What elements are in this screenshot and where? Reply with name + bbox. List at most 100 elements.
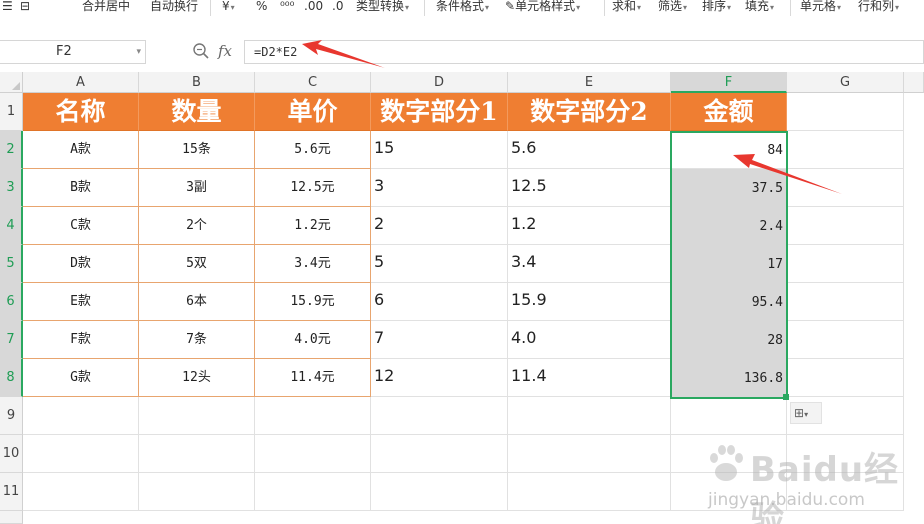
cell-name[interactable]: A款 — [23, 131, 139, 169]
cell-qty[interactable]: 12头 — [139, 359, 255, 397]
sort-button[interactable]: 排序▾ — [702, 0, 731, 15]
cell-empty[interactable] — [671, 435, 787, 473]
row-header-3[interactable]: 3 — [0, 169, 23, 207]
cell-price[interactable]: 3.4元 — [255, 245, 371, 283]
cell-empty[interactable] — [508, 435, 671, 473]
row-header-4[interactable]: 4 — [0, 207, 23, 245]
cell-qty[interactable]: 7条 — [139, 321, 255, 359]
cell-amount[interactable]: 2.4 — [671, 207, 787, 245]
fill-handle[interactable] — [783, 394, 789, 400]
cell-amount[interactable]: 28 — [671, 321, 787, 359]
cell-empty[interactable] — [787, 169, 904, 207]
cell-empty[interactable] — [139, 397, 255, 435]
cell-empty[interactable] — [23, 397, 139, 435]
cell-empty[interactable] — [508, 397, 671, 435]
cell-qty[interactable]: 6本 — [139, 283, 255, 321]
cell-g1[interactable] — [787, 93, 904, 131]
cell-qty[interactable]: 2个 — [139, 207, 255, 245]
cell-num1[interactable]: 3 — [371, 169, 508, 207]
rows-columns-button[interactable]: 行和列▾ — [858, 0, 899, 15]
header-cell-amount[interactable]: 金额 — [671, 93, 787, 131]
cell-num1[interactable]: 2 — [371, 207, 508, 245]
select-all-corner[interactable] — [0, 72, 23, 93]
cell-name[interactable]: C款 — [23, 207, 139, 245]
column-header-e[interactable]: E — [508, 72, 671, 93]
row-header-6[interactable]: 6 — [0, 283, 23, 321]
cell-empty[interactable] — [23, 435, 139, 473]
cell-num2[interactable]: 15.9 — [508, 283, 671, 321]
cell-price[interactable]: 5.6元 — [255, 131, 371, 169]
cell-amount[interactable]: 95.4 — [671, 283, 787, 321]
cell-amount[interactable]: 136.8 — [671, 359, 787, 397]
cell-empty[interactable] — [787, 435, 904, 473]
currency-button[interactable]: ¥▾ — [222, 0, 235, 15]
cell-empty[interactable] — [255, 397, 371, 435]
row-header-7[interactable]: 7 — [0, 321, 23, 359]
cell-qty[interactable]: 15条 — [139, 131, 255, 169]
cell-empty[interactable] — [787, 359, 904, 397]
header-cell-qty[interactable]: 数量 — [139, 93, 255, 131]
row-header-8[interactable]: 8 — [0, 359, 23, 397]
row-header-5[interactable]: 5 — [0, 245, 23, 283]
merge-center-button[interactable]: 合并居中 — [82, 0, 130, 15]
cell-empty[interactable] — [23, 473, 139, 511]
cell-price[interactable]: 11.4元 — [255, 359, 371, 397]
cell-num2[interactable]: 3.4 — [508, 245, 671, 283]
border-icon[interactable]: ⊟ — [20, 0, 30, 15]
cell-amount[interactable]: 37.5 — [671, 169, 787, 207]
conditional-format-button[interactable]: 条件格式▾ — [436, 0, 489, 15]
increase-decimal-icon[interactable]: .00 — [304, 0, 323, 15]
row-header-9[interactable]: 9 — [0, 397, 23, 435]
cell-empty[interactable] — [787, 321, 904, 359]
fill-button[interactable]: 填充▾ — [745, 0, 774, 15]
cell-empty[interactable] — [671, 397, 787, 435]
cell-num1[interactable]: 7 — [371, 321, 508, 359]
cell-num2[interactable]: 5.6 — [508, 131, 671, 169]
cell-empty[interactable] — [508, 473, 671, 511]
quick-fill-options-button[interactable]: ⊞▾ — [790, 402, 822, 424]
cell-amount[interactable]: 84 — [671, 131, 787, 169]
row-header-11[interactable]: 11 — [0, 473, 23, 511]
percent-button[interactable]: % — [256, 0, 267, 15]
zoom-icon[interactable] — [192, 42, 210, 60]
cell-empty[interactable] — [671, 473, 787, 511]
cell-num1[interactable]: 5 — [371, 245, 508, 283]
cell-num1[interactable]: 15 — [371, 131, 508, 169]
name-box-dropdown-icon[interactable]: ▾ — [136, 41, 141, 63]
sum-button[interactable]: 求和▾ — [612, 0, 641, 15]
cell-amount[interactable]: 17 — [671, 245, 787, 283]
row-header-10[interactable]: 10 — [0, 435, 23, 473]
column-header-a[interactable]: A — [23, 72, 139, 93]
thousands-icon[interactable]: ⁰⁰⁰ — [280, 0, 294, 15]
cell-name[interactable]: E款 — [23, 283, 139, 321]
cell-num2[interactable]: 1.2 — [508, 207, 671, 245]
cell-empty[interactable] — [371, 397, 508, 435]
row-header-2[interactable]: 2 — [0, 131, 23, 169]
cell-price[interactable]: 15.9元 — [255, 283, 371, 321]
cell-num2[interactable]: 4.0 — [508, 321, 671, 359]
cell-empty[interactable] — [371, 435, 508, 473]
type-convert-button[interactable]: 类型转换▾ — [356, 0, 409, 15]
cell-empty[interactable] — [255, 435, 371, 473]
name-box[interactable]: F2 ▾ — [0, 40, 146, 64]
column-header-d[interactable]: D — [371, 72, 508, 93]
cell-price[interactable]: 12.5元 — [255, 169, 371, 207]
column-header-g[interactable]: G — [787, 72, 904, 93]
cell-name[interactable]: D款 — [23, 245, 139, 283]
column-header-b[interactable]: B — [139, 72, 255, 93]
formula-input[interactable]: =D2*E2 — [244, 40, 924, 64]
cell-qty[interactable]: 5双 — [139, 245, 255, 283]
cell-style-button[interactable]: ✎单元格样式▾ — [505, 0, 580, 15]
cell-empty[interactable] — [139, 473, 255, 511]
cell-name[interactable]: F款 — [23, 321, 139, 359]
cell-empty[interactable] — [255, 473, 371, 511]
filter-button[interactable]: 筛选▾ — [658, 0, 687, 15]
header-cell-num1[interactable]: 数字部分1 — [371, 93, 508, 131]
cell-empty[interactable] — [139, 435, 255, 473]
cell-empty[interactable] — [787, 245, 904, 283]
cell-empty[interactable] — [787, 131, 904, 169]
menu-icon[interactable]: ☰ — [2, 0, 13, 15]
function-icon[interactable]: fx — [218, 42, 232, 60]
cell-empty[interactable] — [371, 473, 508, 511]
header-cell-num2[interactable]: 数字部分2 — [508, 93, 671, 131]
